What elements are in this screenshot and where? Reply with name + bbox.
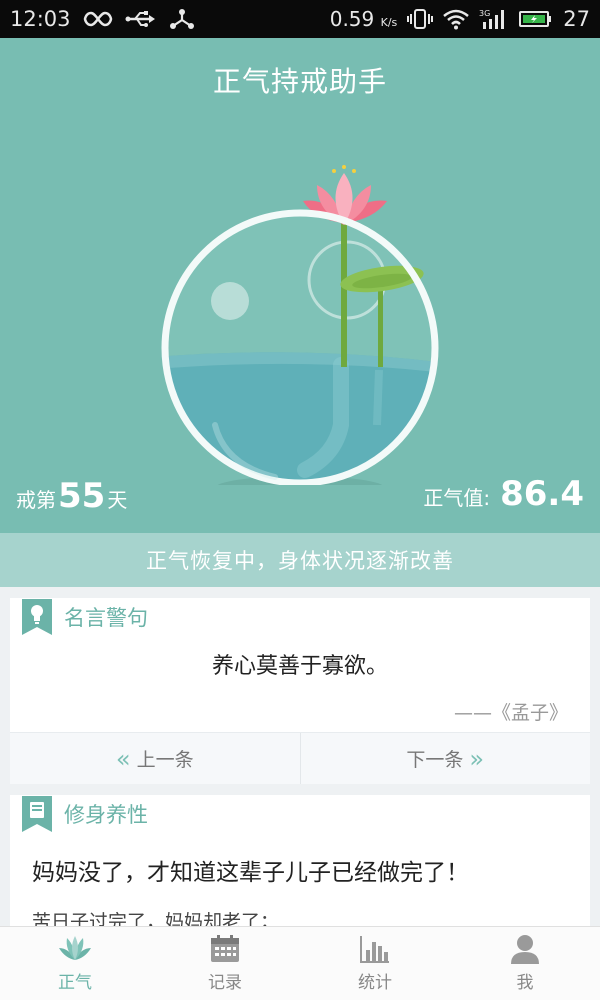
next-quote-button[interactable]: 下一条 » bbox=[299, 733, 591, 784]
wifi-icon bbox=[443, 8, 470, 30]
tab-zhengqi[interactable]: 正气 bbox=[0, 927, 150, 1000]
status-message: 正气恢复中，身体状况逐渐改善 bbox=[0, 533, 600, 587]
score-value: 86.4 bbox=[500, 474, 584, 514]
article-headline[interactable]: 妈妈没了，才知道这辈子儿子已经做完了！ bbox=[32, 853, 469, 887]
infinity-icon bbox=[83, 10, 113, 28]
bar-chart-icon bbox=[360, 936, 389, 963]
lotus-icon bbox=[59, 936, 91, 960]
quote-text: 养心莫善于寡欲。 bbox=[211, 654, 388, 679]
network-speed: 0.59 K/s bbox=[329, 7, 398, 31]
abstinence-days: 戒第 55 天 bbox=[16, 476, 128, 516]
quote-source: ——《孟子》 bbox=[453, 702, 568, 724]
lightbulb-icon bbox=[22, 599, 52, 635]
bottom-tab-bar: 正气 记录 统计 我 bbox=[0, 926, 600, 1000]
article-card-title: 修身养性 bbox=[64, 803, 148, 827]
share-icon bbox=[169, 8, 195, 30]
battery-icon bbox=[519, 10, 553, 28]
person-icon bbox=[511, 935, 539, 964]
days-count: 55 bbox=[58, 476, 106, 516]
book-icon bbox=[22, 796, 52, 832]
status-bar: 12:03 0.59 K/s 3G 27 bbox=[0, 0, 600, 38]
usb-icon bbox=[125, 10, 157, 28]
battery-level: 27 bbox=[563, 7, 590, 31]
article-card[interactable]: 修身养性 妈妈没了，才知道这辈子儿子已经做完了！ 苦日子过完了，妈妈却老了； bbox=[10, 795, 590, 935]
article-card-header: 修身养性 bbox=[10, 795, 590, 833]
tab-records[interactable]: 记录 bbox=[150, 927, 300, 1000]
quote-card-header: 名言警句 bbox=[10, 598, 590, 636]
lotus-globe-illustration bbox=[161, 165, 439, 485]
quote-card-title: 名言警句 bbox=[64, 606, 148, 630]
signal-3g-icon: 3G bbox=[479, 8, 509, 30]
hero-panel: 正气持戒助手 戒第 55 天 正气值: 86.4 bbox=[0, 38, 600, 533]
vibrate-icon bbox=[407, 8, 434, 30]
quote-navigation: « 上一条 下一条 » bbox=[10, 732, 590, 784]
score-label: 正气值: bbox=[423, 486, 491, 510]
page-title: 正气持戒助手 bbox=[212, 65, 387, 98]
status-time: 12:03 bbox=[10, 7, 71, 31]
double-chevron-right-icon: » bbox=[469, 744, 485, 773]
svg-text:3G: 3G bbox=[479, 9, 490, 18]
tab-me[interactable]: 我 bbox=[450, 927, 600, 1000]
calendar-icon bbox=[211, 935, 239, 962]
vitality-score: 正气值: 86.4 bbox=[423, 474, 584, 514]
double-chevron-left-icon: « bbox=[115, 744, 131, 773]
quote-card: 名言警句 养心莫善于寡欲。 ——《孟子》 « 上一条 下一条 » bbox=[10, 598, 590, 784]
tab-statistics[interactable]: 统计 bbox=[300, 927, 450, 1000]
previous-quote-button[interactable]: « 上一条 bbox=[10, 733, 300, 784]
